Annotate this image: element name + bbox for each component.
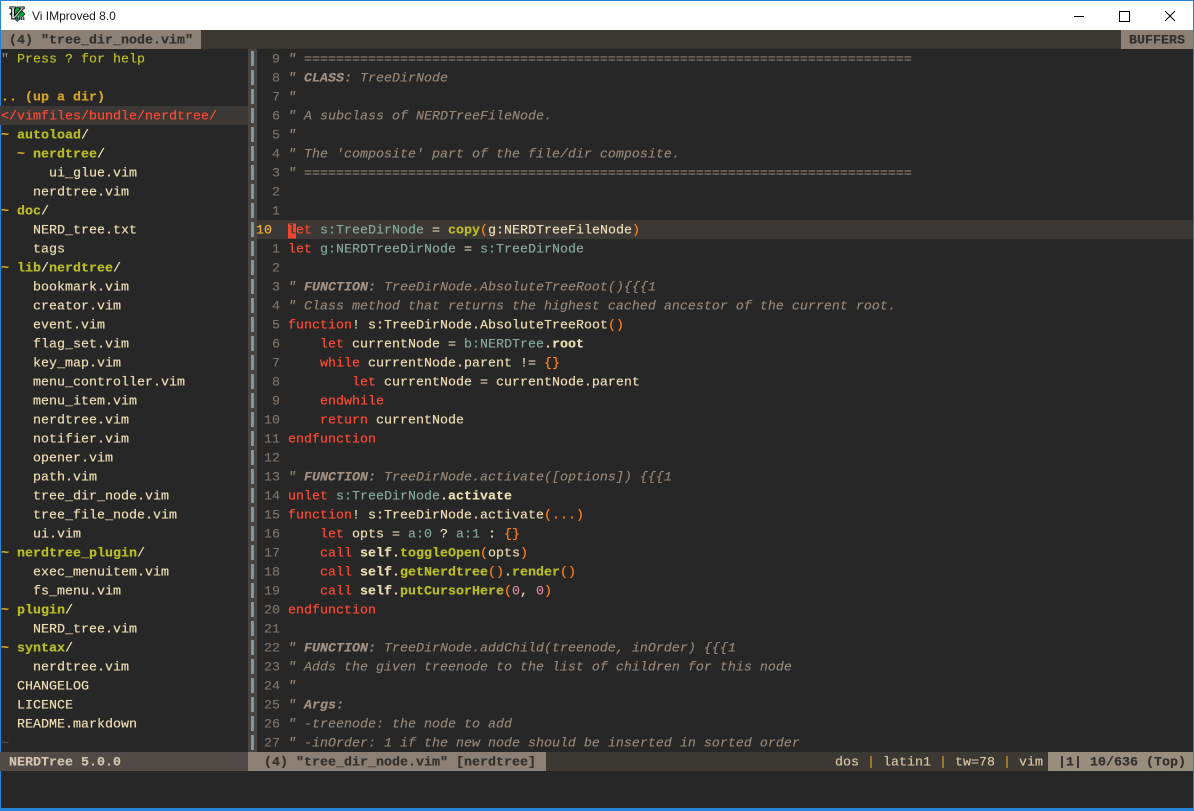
svg-text:im: im: [17, 13, 25, 22]
